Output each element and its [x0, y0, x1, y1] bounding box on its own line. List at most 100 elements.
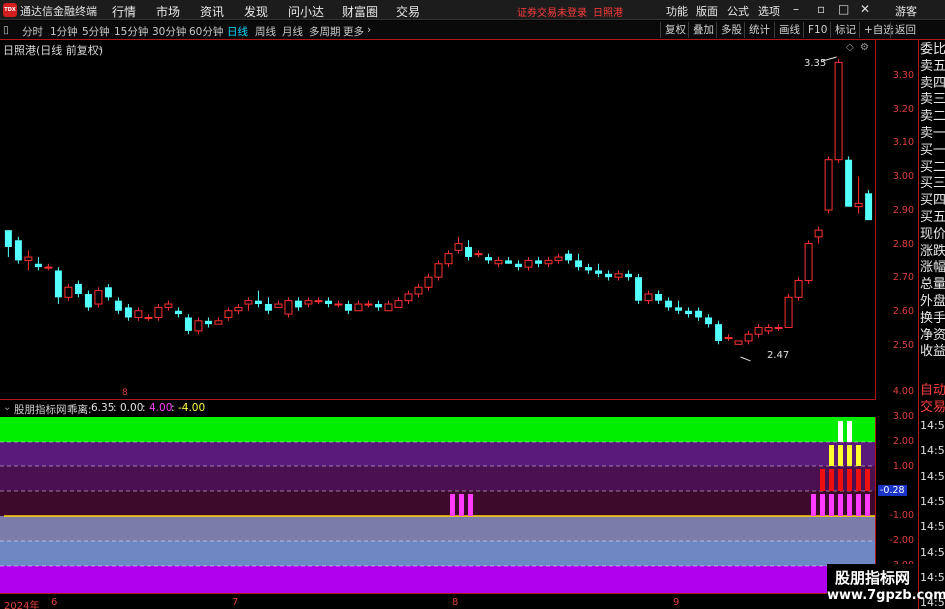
- indicator-tick: 2.00: [892, 436, 914, 447]
- candle-body: [834, 61, 843, 161]
- side-panel-item[interactable]: 14:56: [920, 494, 945, 510]
- candle-body: [64, 286, 73, 298]
- side-panel-item[interactable]: 14:56: [920, 570, 945, 586]
- side-panel-item[interactable]: 换手: [920, 311, 945, 327]
- candle-body: [595, 270, 603, 274]
- side-panel-item[interactable]: 卖一: [920, 126, 945, 142]
- settings-icon[interactable]: ⚙: [860, 42, 869, 53]
- side-panel-item[interactable]: 14:56: [920, 519, 945, 535]
- menu-formula[interactable]: 公式: [727, 3, 749, 19]
- indicator-name[interactable]: 股朋指标网: [14, 402, 67, 417]
- menu-discover[interactable]: 发现: [244, 3, 268, 20]
- period-60min[interactable]: 60分钟: [189, 24, 223, 39]
- btn-mark[interactable]: 标记: [830, 22, 860, 38]
- period-more[interactable]: 更多: [343, 24, 364, 39]
- btn-multi-stock[interactable]: 多股: [716, 22, 746, 38]
- side-panel-item[interactable]: 委比: [920, 42, 945, 58]
- maximize-icon[interactable]: □: [838, 2, 849, 16]
- watermark-url: www.7gpzb.com: [827, 588, 945, 603]
- panel-toggle-icon[interactable]: ▯: [3, 24, 9, 36]
- candle-body: [485, 257, 492, 261]
- side-panel-item[interactable]: 买一: [920, 143, 945, 159]
- side-panel-item[interactable]: 总量: [920, 277, 945, 293]
- candle-body: [234, 306, 243, 312]
- user-guest[interactable]: 游客: [895, 3, 917, 19]
- menu-wealth[interactable]: 财富圈: [342, 3, 378, 20]
- menu-ask[interactable]: 问小达: [288, 3, 324, 20]
- candle-body: [544, 259, 553, 265]
- chevron-right-icon[interactable]: ›: [367, 24, 371, 36]
- side-panel-item[interactable]: 买五: [920, 210, 945, 226]
- side-panel-item[interactable]: 14:56: [920, 418, 945, 434]
- candle-body: [14, 240, 22, 261]
- period-daily[interactable]: 日线: [227, 24, 248, 39]
- btn-back[interactable]: 返回: [890, 22, 920, 38]
- side-panel-item[interactable]: 买二: [920, 160, 945, 176]
- candle-body: [424, 276, 433, 288]
- candle-body: [444, 253, 453, 265]
- menu-options[interactable]: 选项: [758, 3, 780, 19]
- period-15min[interactable]: 15分钟: [114, 24, 148, 39]
- period-weekly[interactable]: 周线: [255, 24, 276, 39]
- period-30min[interactable]: 30分钟: [152, 24, 186, 39]
- indicator-bar: [856, 445, 861, 466]
- btn-overlay[interactable]: 叠加: [688, 22, 718, 38]
- side-panel-item[interactable]: 卖四: [920, 76, 945, 92]
- menu-news[interactable]: 资讯: [200, 3, 224, 20]
- menu-market[interactable]: 市场: [156, 3, 180, 20]
- period-monthly[interactable]: 月线: [282, 24, 303, 39]
- candle-body: [754, 327, 763, 335]
- side-panel-item[interactable]: 买三: [920, 176, 945, 192]
- indicator-bar: [847, 445, 852, 466]
- close-icon[interactable]: ✕: [860, 2, 870, 16]
- side-panel-item[interactable]: 14:56: [920, 469, 945, 485]
- diamond-icon[interactable]: ◇: [846, 42, 854, 53]
- title-bar: TDX: [0, 0, 945, 20]
- side-panel-item[interactable]: 自动: [920, 383, 945, 399]
- indicator-panel[interactable]: [0, 417, 875, 593]
- side-panel-item[interactable]: 收益: [920, 344, 945, 360]
- candle-body: [845, 159, 853, 207]
- side-panel-item[interactable]: 净资: [920, 328, 945, 344]
- side-panel-item[interactable]: 外盘: [920, 294, 945, 310]
- period-multi[interactable]: 多周期: [309, 24, 341, 39]
- candle-body: [214, 320, 223, 325]
- indicator-tick: -2.00: [889, 535, 914, 546]
- side-panel-item[interactable]: 14:56: [920, 545, 945, 561]
- chevron-down-icon[interactable]: ⌄: [3, 402, 11, 413]
- indicator-bar: [865, 469, 870, 491]
- candle-body: [854, 202, 863, 208]
- side-panel-item[interactable]: 涨幅: [920, 260, 945, 276]
- side-panel-item[interactable]: 卖二: [920, 109, 945, 125]
- menu-layout[interactable]: 版面: [696, 3, 718, 19]
- minimize-icon[interactable]: –: [793, 2, 799, 16]
- chevron-down-icon[interactable]: ⌄: [96, 42, 104, 53]
- restore-icon[interactable]: ▫: [817, 2, 825, 16]
- side-panel-item[interactable]: 卖五: [920, 59, 945, 75]
- candle-body: [614, 273, 623, 278]
- menu-function[interactable]: 功能: [666, 3, 688, 19]
- side-panel-item[interactable]: 14:56: [920, 443, 945, 459]
- indicator-band: [0, 541, 875, 566]
- btn-draw[interactable]: 画线: [774, 22, 804, 38]
- menu-quotes[interactable]: 行情: [112, 3, 136, 20]
- side-panel-item[interactable]: 卖三: [920, 92, 945, 108]
- menu-trade[interactable]: 交易: [396, 3, 420, 20]
- period-1min[interactable]: 1分钟: [50, 24, 78, 39]
- month-label: 9: [673, 597, 680, 608]
- period-timeshare[interactable]: 分时: [22, 24, 43, 39]
- side-panel-item[interactable]: 交易: [920, 400, 945, 416]
- side-panel-item[interactable]: 买四: [920, 193, 945, 209]
- candle-body: [4, 230, 12, 247]
- side-panel-item[interactable]: 涨跌: [920, 244, 945, 260]
- btn-f10[interactable]: F10: [803, 22, 831, 38]
- btn-adjust[interactable]: 复权: [660, 22, 690, 38]
- candle-body: [384, 303, 393, 312]
- candlestick-chart[interactable]: [0, 40, 875, 400]
- btn-stats[interactable]: 统计: [744, 22, 774, 38]
- trade-login-status[interactable]: 证券交易未登录: [517, 4, 587, 19]
- candle-body: [554, 256, 563, 261]
- period-5min[interactable]: 5分钟: [82, 24, 110, 39]
- side-panel-item[interactable]: 现价: [920, 227, 945, 243]
- candle-body: [774, 327, 783, 330]
